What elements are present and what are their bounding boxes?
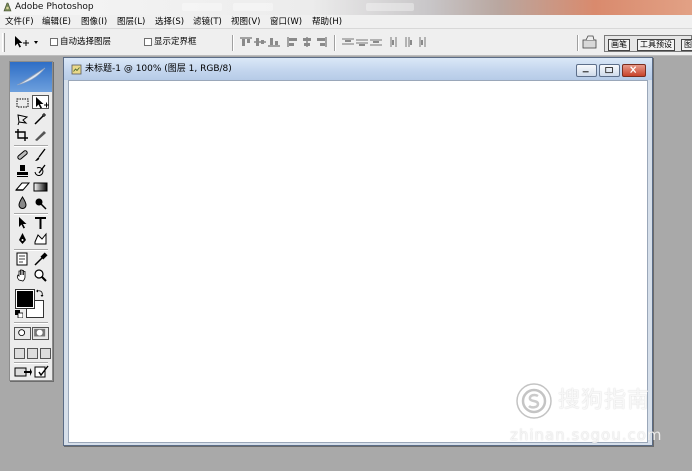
auto-select-layer-label: 自动选择图层 bbox=[60, 37, 112, 47]
show-bounding-box-label: 显示定界框 bbox=[154, 37, 197, 47]
full-screen-menu-mode-button[interactable] bbox=[27, 348, 38, 359]
move-tool-preset-icon[interactable] bbox=[12, 35, 42, 49]
options-bar: 自动选择图层 显示定界框 bbox=[0, 29, 692, 56]
align-horizontal-centers-icon[interactable] bbox=[301, 37, 313, 47]
dodge-tool-icon[interactable] bbox=[32, 196, 49, 210]
show-bounding-box-checkbox[interactable] bbox=[144, 38, 152, 46]
align-left-edges-icon[interactable] bbox=[287, 37, 299, 47]
align-bottom-edges-icon[interactable] bbox=[268, 37, 280, 47]
move-tool-icon[interactable] bbox=[32, 95, 49, 109]
marquee-tool-icon[interactable] bbox=[14, 96, 31, 110]
align-vertical-centers-icon[interactable] bbox=[254, 37, 266, 47]
toolbox bbox=[9, 61, 53, 381]
sogou-logo-icon bbox=[516, 383, 552, 419]
menu-file[interactable]: 文件(F) bbox=[5, 16, 34, 28]
menu-layer[interactable]: 图层(L) bbox=[117, 16, 145, 28]
clone-stamp-tool-icon[interactable] bbox=[14, 164, 31, 178]
app-title: Adobe Photoshop bbox=[15, 2, 94, 12]
maximize-button[interactable] bbox=[599, 64, 620, 77]
align-right-edges-icon[interactable] bbox=[315, 37, 327, 47]
auto-select-layer-checkbox[interactable] bbox=[50, 38, 58, 46]
standard-mode-button[interactable] bbox=[14, 327, 31, 340]
swap-colors-icon[interactable] bbox=[36, 289, 44, 297]
lasso-tool-icon[interactable] bbox=[14, 112, 31, 126]
slice-tool-icon[interactable] bbox=[32, 128, 49, 142]
distribute-top-edges-icon[interactable] bbox=[342, 37, 354, 47]
distribute-bottom-edges-icon[interactable] bbox=[370, 37, 382, 47]
hand-tool-icon[interactable] bbox=[14, 268, 31, 282]
menu-select[interactable]: 选择(S) bbox=[155, 16, 184, 28]
toolbox-separator bbox=[14, 213, 48, 215]
menu-window[interactable]: 窗口(W) bbox=[270, 16, 302, 28]
crop-tool-icon[interactable] bbox=[14, 128, 31, 142]
toolbox-separator bbox=[14, 145, 48, 147]
watermark-url: zhinan.sogou.com bbox=[510, 426, 663, 444]
toolbox-separator bbox=[14, 362, 48, 364]
palette-tab-tool-presets[interactable]: 工具预设 bbox=[637, 39, 675, 51]
gradient-tool-icon[interactable] bbox=[32, 180, 49, 194]
close-button[interactable] bbox=[622, 64, 646, 77]
quick-mask-mode-button[interactable] bbox=[32, 327, 49, 340]
distribute-right-edges-icon[interactable] bbox=[417, 37, 429, 47]
minimize-icon bbox=[582, 71, 589, 73]
type-tool-icon[interactable] bbox=[32, 216, 49, 230]
maximize-icon bbox=[605, 67, 613, 74]
distribute-horizontal-centers-icon[interactable] bbox=[403, 37, 415, 47]
jump-to-imageready-icon[interactable] bbox=[14, 365, 32, 378]
watermark-name: 搜狗指南 bbox=[558, 388, 651, 413]
background-tab-blur bbox=[233, 3, 273, 11]
menu-view[interactable]: 视图(V) bbox=[231, 16, 260, 28]
full-screen-mode-button[interactable] bbox=[40, 348, 51, 359]
palette-tab-brushes[interactable]: 画笔 bbox=[608, 39, 630, 51]
toolbox-separator bbox=[14, 249, 48, 251]
options-separator bbox=[334, 35, 336, 51]
menu-help[interactable]: 帮助(H) bbox=[312, 16, 342, 28]
toolbox-separator bbox=[14, 322, 48, 324]
document-icon bbox=[71, 64, 82, 75]
palette-well: 画笔 工具预设 图 bbox=[604, 35, 692, 52]
menu-edit[interactable]: 编辑(E) bbox=[42, 16, 71, 28]
palette-tab-more[interactable]: 图 bbox=[681, 39, 692, 51]
options-separator bbox=[577, 35, 579, 51]
file-browser-icon[interactable] bbox=[582, 35, 598, 49]
magic-wand-tool-icon[interactable] bbox=[32, 112, 49, 126]
menu-bar: 文件(F) 编辑(E) 图像(I) 图层(L) 选择(S) 滤镜(T) 视图(V… bbox=[0, 15, 692, 29]
blur-tool-icon[interactable] bbox=[14, 196, 31, 210]
pen-tool-icon[interactable] bbox=[14, 232, 31, 246]
feather-logo-icon bbox=[16, 67, 46, 86]
background-tab-blur bbox=[366, 3, 414, 11]
custom-shape-tool-icon[interactable] bbox=[32, 232, 49, 246]
menu-image[interactable]: 图像(I) bbox=[81, 16, 107, 28]
minimize-button[interactable] bbox=[576, 64, 597, 77]
background-tab-blur bbox=[182, 3, 222, 11]
distribute-vertical-centers-icon[interactable] bbox=[356, 37, 368, 47]
options-bar-grip[interactable] bbox=[2, 33, 5, 52]
toolbox-header[interactable] bbox=[10, 62, 52, 92]
photoshop-app-icon bbox=[3, 2, 12, 12]
notes-tool-icon[interactable] bbox=[14, 252, 31, 266]
eraser-tool-icon[interactable] bbox=[14, 180, 31, 194]
menu-filter[interactable]: 滤镜(T) bbox=[193, 16, 222, 28]
document-title: 未标题-1 @ 100% (图层 1, RGB/8) bbox=[85, 64, 232, 74]
document-title-bar[interactable]: 未标题-1 @ 100% (图层 1, RGB/8) bbox=[64, 58, 652, 80]
standard-screen-mode-button[interactable] bbox=[14, 348, 25, 359]
app-title-bar[interactable]: Adobe Photoshop bbox=[0, 0, 692, 15]
zoom-tool-icon[interactable] bbox=[32, 268, 49, 282]
foreground-color-swatch[interactable] bbox=[15, 289, 35, 309]
history-brush-tool-icon[interactable] bbox=[32, 164, 49, 178]
edit-in-imageready-icon[interactable] bbox=[33, 365, 51, 378]
path-selection-tool-icon[interactable] bbox=[14, 216, 31, 230]
eyedropper-tool-icon[interactable] bbox=[32, 252, 49, 266]
align-top-edges-icon[interactable] bbox=[240, 37, 252, 47]
close-icon bbox=[630, 66, 637, 74]
healing-brush-tool-icon[interactable] bbox=[14, 148, 31, 162]
brush-tool-icon[interactable] bbox=[32, 148, 49, 162]
options-separator bbox=[232, 35, 234, 51]
default-colors-icon[interactable] bbox=[15, 310, 23, 318]
distribute-left-edges-icon[interactable] bbox=[389, 37, 401, 47]
